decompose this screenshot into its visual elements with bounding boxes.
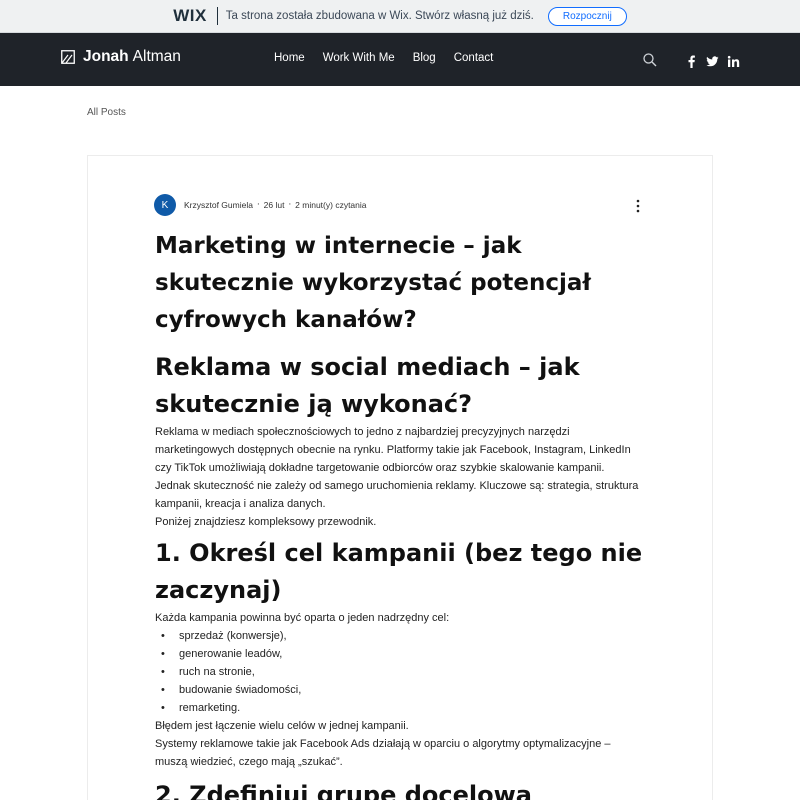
nav-contact[interactable]: Contact: [454, 52, 494, 64]
author-name[interactable]: Krzysztof Gumiela: [184, 200, 253, 210]
site-header: Jonah Altman Home Work With Me Blog Cont…: [0, 33, 800, 86]
meta-separator: ·: [256, 200, 260, 210]
list-item: ruch na stronie,: [155, 663, 645, 681]
section-heading-target-group: 2. Zdefiniuj grupę docelową: [155, 781, 532, 800]
goal-list: sprzedaż (konwersje), generowanie leadów…: [155, 627, 645, 717]
author-avatar[interactable]: K: [154, 194, 176, 216]
facebook-icon[interactable]: [685, 53, 698, 68]
logo-last-name: Altman: [132, 48, 181, 65]
paragraph: Błędem jest łączenie wielu celów w jedne…: [155, 720, 409, 732]
list-item: budowanie świadomości,: [155, 681, 645, 699]
list-item: generowanie leadów,: [155, 645, 645, 663]
post-title: Marketing w internecie – jak skutecznie …: [155, 233, 591, 333]
nav-blog[interactable]: Blog: [413, 52, 436, 64]
wix-banner-message: Ta strona została zbudowana w Wix. Stwór…: [225, 10, 534, 22]
section-heading-social-ads: Reklama w social mediach – jak skuteczni…: [155, 353, 580, 418]
post-meta: K Krzysztof Gumiela · 26 lut · 2 minut(y…: [154, 194, 367, 216]
search-icon[interactable]: [643, 53, 657, 67]
logo-first-name: Jonah: [83, 48, 129, 65]
nav-work-with-me[interactable]: Work With Me: [323, 52, 395, 64]
paragraph: Systemy reklamowe takie jak Facebook Ads…: [155, 738, 611, 768]
wix-banner: WIX Ta strona została zbudowana w Wix. S…: [0, 0, 800, 33]
wix-logo[interactable]: WIX: [173, 6, 207, 26]
all-posts-link[interactable]: All Posts: [87, 107, 126, 118]
post-date: 26 lut: [263, 200, 285, 210]
paragraph: Jednak skuteczność nie zależy od samego …: [155, 480, 639, 510]
nav-home[interactable]: Home: [274, 52, 305, 64]
more-options-icon[interactable]: [636, 199, 640, 213]
meta-separator: ·: [288, 200, 292, 210]
blog-post: K Krzysztof Gumiela · 26 lut · 2 minut(y…: [87, 155, 713, 800]
main-nav: Home Work With Me Blog Contact: [274, 52, 511, 64]
list-item: sprzedaż (konwersje),: [155, 627, 645, 645]
read-time: 2 minut(y) czytania: [295, 200, 367, 210]
logo-mark-icon: [61, 50, 75, 64]
post-content: Marketing w internecie – jak skutecznie …: [155, 228, 645, 800]
paragraph: Poniżej znajdziesz kompleksowy przewodni…: [155, 516, 377, 528]
twitter-icon[interactable]: [706, 53, 719, 67]
social-links: [685, 53, 740, 68]
wix-divider: [216, 7, 218, 25]
list-item: remarketing.: [155, 699, 645, 717]
wix-start-button[interactable]: Rozpocznij: [547, 6, 627, 26]
section-heading-campaign-goal: 1. Określ cel kampanii (bez tego nie zac…: [155, 539, 643, 604]
paragraph: Każda kampania powinna być oparta o jede…: [155, 612, 450, 624]
paragraph: Reklama w mediach społecznościowych to j…: [155, 426, 631, 474]
linkedin-icon[interactable]: [727, 53, 740, 67]
site-logo[interactable]: Jonah Altman: [61, 48, 181, 66]
